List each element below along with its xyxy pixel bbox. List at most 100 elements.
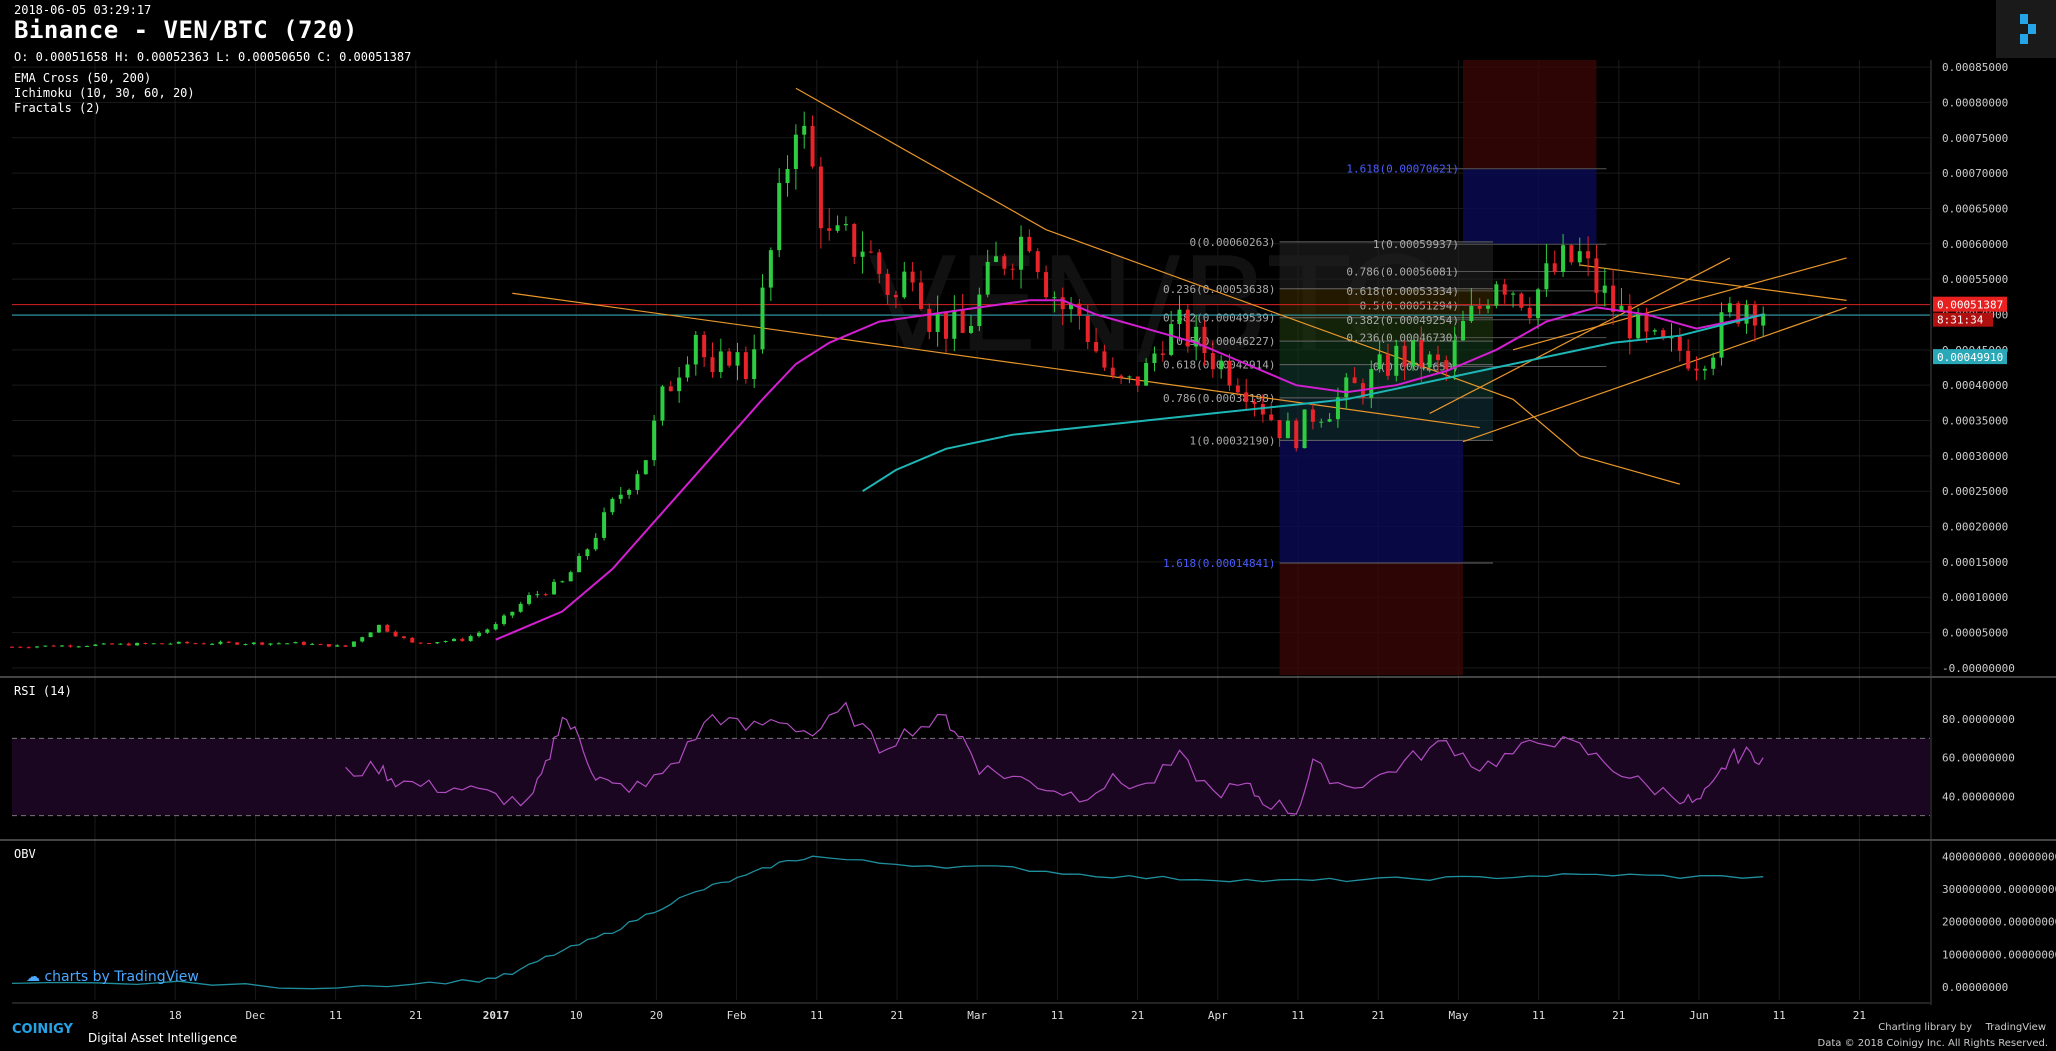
- candle: [1310, 409, 1315, 422]
- time-tick-label: 18: [169, 1009, 182, 1022]
- candle: [702, 334, 707, 358]
- candle: [552, 581, 557, 595]
- candle: [602, 512, 607, 538]
- candle: [135, 642, 140, 646]
- candle: [1394, 345, 1399, 376]
- candle: [310, 643, 315, 645]
- candle: [1302, 409, 1307, 449]
- candle: [1102, 351, 1107, 368]
- price-tick-label: 0.00020000: [1942, 521, 2008, 534]
- candle: [1727, 303, 1732, 313]
- candle: [1219, 360, 1224, 370]
- indicator-ema-cross[interactable]: EMA Cross (50, 200): [14, 71, 151, 85]
- candle: [43, 645, 48, 647]
- time-tick-label: Feb: [727, 1009, 747, 1022]
- candle: [677, 377, 682, 392]
- candle: [1469, 305, 1474, 322]
- candle: [401, 636, 406, 638]
- candle: [426, 643, 431, 645]
- time-tick-label: Dec: [245, 1009, 265, 1022]
- candle: [918, 282, 923, 309]
- candle: [1202, 326, 1207, 354]
- candle: [1127, 376, 1132, 378]
- candle: [1110, 367, 1115, 376]
- candle: [1377, 354, 1382, 370]
- candle: [1569, 245, 1574, 263]
- candle: [852, 224, 857, 257]
- candle: [251, 642, 256, 645]
- charting-library-credit: Charting library by: [1878, 1022, 1972, 1033]
- candle: [1060, 297, 1065, 310]
- candle: [1719, 312, 1724, 358]
- obv-tick-label: 100000000.00000000: [1942, 948, 2056, 961]
- logo-badge[interactable]: [1996, 0, 2056, 58]
- candle: [1444, 360, 1449, 369]
- candle: [1561, 245, 1566, 273]
- candle: [1636, 312, 1641, 339]
- countdown-tag: 8:31:34: [1937, 314, 1984, 327]
- candle: [1552, 263, 1557, 273]
- candle: [260, 642, 265, 645]
- candle: [326, 644, 331, 647]
- fib-label: 0.236(0.00053638): [1163, 283, 1276, 296]
- price-tick-label: 0.00060000: [1942, 238, 2008, 251]
- chart-title: Binance - VEN/BTC (720): [14, 16, 358, 44]
- candle: [1177, 309, 1182, 325]
- candle: [301, 642, 306, 645]
- tradingview-credit[interactable]: ☁ charts by TradingView: [26, 969, 199, 985]
- indicator-ichimoku[interactable]: Ichimoku (10, 30, 60, 20): [14, 86, 195, 100]
- cloud-icon: ☁: [26, 969, 45, 985]
- candle: [18, 646, 23, 648]
- coinigy-tagline: Digital Asset Intelligence: [88, 1031, 238, 1045]
- price-tick-label: 0.00075000: [1942, 132, 2008, 145]
- candle: [893, 294, 898, 298]
- candle: [1019, 236, 1024, 270]
- candle: [952, 310, 957, 339]
- candle: [585, 549, 590, 557]
- candle: [568, 572, 573, 582]
- time-tick-label: 10: [570, 1009, 583, 1022]
- candle: [218, 641, 223, 644]
- candle: [668, 386, 673, 392]
- coinigy-logo: COINIGY: [12, 1022, 73, 1037]
- time-tick-label: Apr: [1208, 1009, 1228, 1022]
- fib-label: 1(0.00059937): [1373, 238, 1459, 251]
- candle: [768, 250, 773, 288]
- candle: [1527, 307, 1532, 319]
- fib-label: 0.786(0.00038198): [1163, 392, 1276, 405]
- candle: [1602, 285, 1607, 293]
- candle: [635, 474, 640, 490]
- candle: [1627, 305, 1632, 339]
- candle: [351, 641, 356, 647]
- price-tick-label: 0.00065000: [1942, 202, 2008, 215]
- time-tick-label: 11: [1532, 1009, 1545, 1022]
- candle: [1327, 419, 1332, 422]
- candle: [1694, 368, 1699, 371]
- indicator-fractals[interactable]: Fractals (2): [14, 101, 101, 115]
- rsi-label: RSI (14): [14, 684, 72, 698]
- candle: [793, 134, 798, 170]
- candle: [1352, 377, 1357, 384]
- rsi-tick-label: 60.00000000: [1942, 752, 2015, 765]
- candle: [935, 312, 940, 332]
- last-price-tag: 0.00051387: [1937, 299, 2003, 312]
- candle: [1452, 340, 1457, 369]
- time-tick-label: Mar: [967, 1009, 987, 1022]
- candle: [1461, 321, 1466, 341]
- candle: [1711, 357, 1716, 369]
- candle: [810, 125, 815, 167]
- candle: [385, 624, 390, 632]
- price-tick-label: 0.00005000: [1942, 627, 2008, 640]
- candle: [860, 251, 865, 257]
- candle: [376, 624, 381, 633]
- candle: [318, 643, 323, 645]
- fib-zone: [1279, 563, 1464, 675]
- candle: [193, 643, 198, 645]
- price-tick-label: 0.00085000: [1942, 61, 2008, 74]
- candle: [185, 641, 190, 644]
- chart-canvas[interactable]: VEN/BTC 0(0.00060263)0.236(0.00053638)0.…: [0, 0, 2056, 1051]
- candle: [802, 125, 807, 135]
- candle: [885, 273, 890, 295]
- candle: [1094, 342, 1099, 352]
- candle: [1077, 303, 1082, 316]
